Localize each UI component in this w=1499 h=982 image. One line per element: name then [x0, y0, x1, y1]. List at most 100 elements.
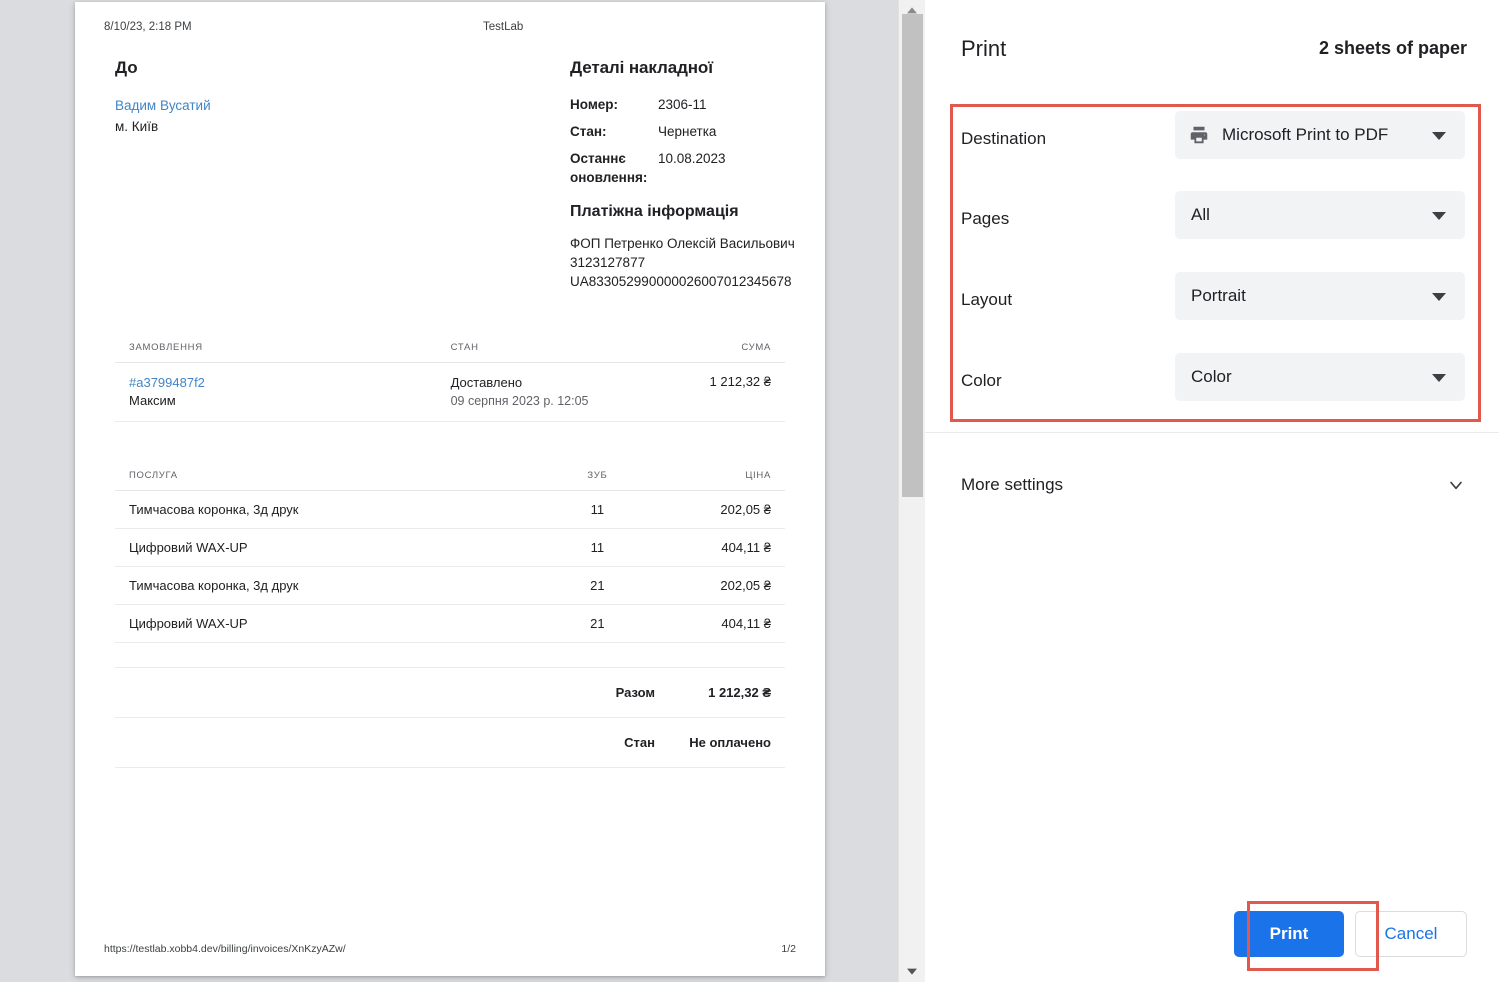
service-tooth: 21 [543, 604, 651, 643]
setting-label-destination: Destination [961, 129, 1047, 148]
chevron-down-icon [1432, 132, 1446, 140]
service-name: Тимчасова коронка, 3д друк [115, 566, 544, 605]
payment-info-title: Платіжна інформація [570, 203, 739, 220]
print-dialog-panel: Print 2 sheets of paper Destination Micr… [925, 0, 1499, 982]
invoice-details-block: Деталі накладної Номер: 2306-11 Стан: Черн… [570, 58, 830, 291]
totals-spacer [115, 717, 228, 768]
detail-value: 10.08.2023 [658, 151, 726, 166]
document-body: До Вадим Вусатий м. Київ Деталі накладно… [115, 58, 795, 768]
detail-key: Номер: [570, 97, 619, 112]
col-price: ЦІНА [650, 464, 785, 491]
orders-table: ЗАМОВЛЕННЯ СТАН СУМА #a3799487f2 Максим [115, 336, 785, 422]
totals-spacer [115, 667, 228, 718]
col-tooth: ЗУБ [543, 464, 651, 491]
recipient-title: До [115, 58, 138, 77]
table-header-row: ПОСЛУГА ЗУБ ЦІНА [115, 464, 785, 491]
document-top-section: До Вадим Вусатий м. Київ Деталі накладно… [115, 58, 795, 310]
service-name: Тимчасова коронка, 3д друк [115, 490, 544, 529]
table-row: Цифровий WAX-UP 11 404,11 ₴ [115, 528, 785, 567]
page-footer: https://testlab.xobb4.dev/billing/invoic… [75, 943, 825, 957]
destination-value: Microsoft Print to PDF [1222, 125, 1389, 144]
table-row: Тимчасова коронка, 3д друк 11 202,05 ₴ [115, 490, 785, 529]
preview-scrollbar[interactable] [898, 0, 925, 982]
print-dialog-footer: Print Cancel [925, 872, 1499, 982]
recipient-name[interactable]: Вадим Вусатий [115, 95, 415, 116]
service-tooth: 21 [543, 566, 651, 605]
invoice-details-title: Деталі накладної [570, 58, 713, 77]
payment-status-value: Не оплачено [655, 717, 785, 768]
setting-label-color: Color [961, 371, 1002, 390]
cancel-button[interactable]: Cancel [1355, 911, 1467, 957]
service-price: 202,05 ₴ [650, 566, 785, 605]
sheets-of-paper-count: 2 sheets of paper [1318, 38, 1467, 58]
payment-line: 3123127877 [570, 255, 646, 270]
recipient-city: м. Київ [115, 119, 159, 134]
setting-row-destination: Destination Microsoft Print to PDF [925, 111, 1499, 167]
print-button[interactable]: Print [1234, 911, 1344, 957]
chevron-down-icon [1446, 475, 1466, 495]
service-price: 404,11 ₴ [650, 604, 785, 643]
payment-line: ФОП Петренко Олексій Васильович [570, 236, 795, 251]
detail-value: Чернетка [658, 124, 717, 139]
setting-label-layout: Layout [961, 290, 1013, 309]
page-header-brand: TestLab [483, 21, 524, 33]
more-settings-label: More settings [961, 475, 1064, 494]
table-row: Цифровий WAX-UP 21 404,11 ₴ [115, 604, 785, 643]
col-sum: СУМА [637, 336, 785, 363]
detail-value: 2306-11 [658, 97, 707, 112]
chevron-down-icon [1432, 374, 1446, 382]
services-table: ПОСЛУГА ЗУБ ЦІНА Тимчасова коронка, 3д д… [115, 464, 785, 643]
printer-icon [1188, 124, 1210, 146]
col-state: СТАН [436, 336, 638, 363]
detail-row-updated: Останнє оновлення: 10.08.2023 [570, 149, 830, 187]
setting-row-pages: Pages All [925, 191, 1499, 247]
scroll-down-arrow-icon[interactable] [899, 960, 925, 982]
print-dialog-header: Print 2 sheets of paper [925, 0, 1499, 92]
order-state-date: 09 серпня 2023 р. 12:05 [450, 394, 589, 408]
order-amount: 1 212,32 ₴ [709, 374, 771, 389]
more-settings-toggle[interactable]: More settings [925, 460, 1499, 510]
document-page: 8/10/23, 2:18 PM TestLab До Вадим Вусати… [75, 2, 825, 976]
totals-table: Разом 1 212,32 ₴ Стан Не оплачено [115, 667, 785, 768]
col-order: ЗАМОВЛЕННЯ [115, 336, 437, 363]
table-header-row: ЗАМОВЛЕННЯ СТАН СУМА [115, 336, 785, 363]
pages-dropdown[interactable]: All [1175, 191, 1465, 239]
chevron-down-icon [1432, 212, 1446, 220]
order-state: Доставлено [450, 375, 523, 390]
recipient-block: До Вадим Вусатий м. Київ [115, 58, 415, 137]
layout-dropdown[interactable]: Portrait [1175, 272, 1465, 320]
layout-value: Portrait [1191, 286, 1246, 305]
service-name: Цифровий WAX-UP [115, 604, 544, 643]
order-id-link[interactable]: #a3799487f2 [129, 374, 437, 392]
totals-row: Стан Не оплачено [115, 717, 785, 768]
print-preview-screen: 8/10/23, 2:18 PM TestLab До Вадим Вусати… [0, 0, 1499, 982]
color-value: Color [1191, 367, 1232, 386]
settings-divider [925, 432, 1499, 433]
table-row: Тимчасова коронка, 3д друк 21 202,05 ₴ [115, 566, 785, 605]
setting-row-color: Color Color [925, 353, 1499, 409]
order-amount-cell: 1 212,32 ₴ [637, 362, 785, 422]
page-header-date: 8/10/23, 2:18 PM [104, 21, 192, 33]
service-price: 202,05 ₴ [650, 490, 785, 529]
order-cell: #a3799487f2 Максим [115, 362, 437, 422]
total-label: Разом [227, 667, 655, 718]
chevron-down-icon [1432, 293, 1446, 301]
order-owner: Максим [129, 393, 176, 408]
service-tooth: 11 [543, 490, 651, 529]
table-row: #a3799487f2 Максим Доставлено 09 серпня … [115, 362, 785, 422]
payment-line: UA833052990000026007012345678 [570, 274, 792, 289]
detail-row-state: Стан: Чернетка [570, 122, 830, 141]
detail-row-number: Номер: 2306-11 [570, 95, 830, 114]
detail-key: Останнє оновлення: [570, 151, 648, 185]
destination-dropdown[interactable]: Microsoft Print to PDF [1175, 111, 1465, 159]
totals-row: Разом 1 212,32 ₴ [115, 667, 785, 718]
service-price: 404,11 ₴ [650, 528, 785, 567]
page-footer-url: https://testlab.xobb4.dev/billing/invoic… [104, 943, 346, 955]
service-tooth: 11 [543, 528, 651, 567]
scrollbar-thumb[interactable] [902, 14, 923, 497]
page-header: 8/10/23, 2:18 PM TestLab [75, 21, 825, 37]
page-footer-number: 1/2 [781, 943, 796, 955]
color-dropdown[interactable]: Color [1175, 353, 1465, 401]
service-name: Цифровий WAX-UP [115, 528, 544, 567]
page-title: Print [961, 36, 1007, 61]
